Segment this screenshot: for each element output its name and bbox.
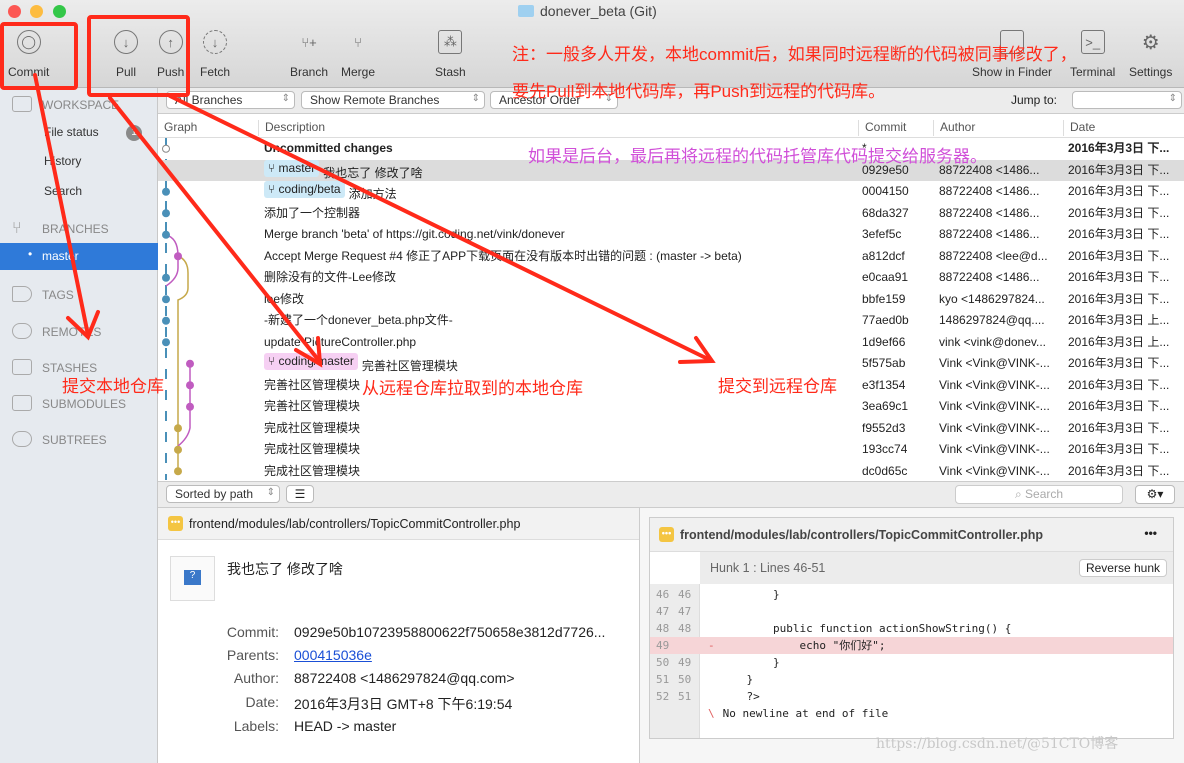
arrow-commit xyxy=(33,73,90,337)
arrow-head xyxy=(294,336,323,368)
annotation-note-2: 要先Pull到本地代码库，再Push到远程的代码库。 xyxy=(512,82,886,101)
annotation-arrows xyxy=(33,73,716,368)
annotation-push-remote: 提交到远程仓库 xyxy=(718,377,837,396)
annotation-note-3: 如果是后台，最后再将远程的代码托管库代码提交给服务器。 xyxy=(528,147,987,166)
annotation-pull-local: 从远程仓库拉取到的本地仓库 xyxy=(362,379,583,398)
annotation-note-1: 注：一般多人开发，本地commit后，如果同时远程断的代码被同事修改了， xyxy=(512,45,1077,64)
arrow-pull xyxy=(108,96,322,364)
annotation-commit-local: 提交本地仓库 xyxy=(62,377,164,396)
arrow-push xyxy=(168,94,712,362)
